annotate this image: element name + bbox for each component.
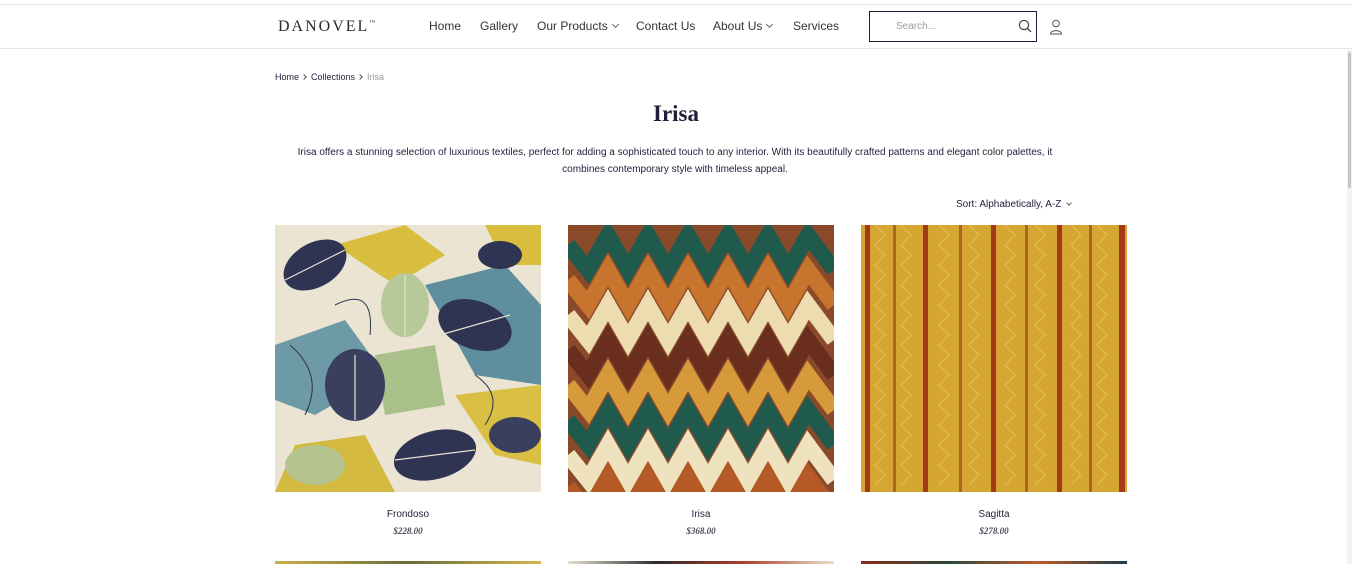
product-image[interactable] [861, 225, 1127, 492]
nav-services-label: Services [793, 19, 840, 33]
trademark-symbol: ™ [369, 20, 376, 26]
collection-description: Irisa offers a stunning selection of lux… [297, 147, 1053, 175]
search-input[interactable] [870, 12, 1015, 41]
product-price: $228.00 [393, 526, 423, 536]
breadcrumb: Home Collections Irisa [275, 72, 384, 82]
chevron-right-icon [301, 74, 307, 80]
nav-contact-us-label: Contact Us [636, 19, 696, 33]
product-image[interactable] [275, 225, 541, 492]
search-box [869, 11, 1037, 42]
chevron-down-icon [1066, 200, 1073, 206]
nav-our-products-label: Our Products [537, 19, 608, 33]
page-title: Irisa [653, 101, 699, 126]
product-price: $368.00 [686, 526, 716, 536]
nav-home-label: Home [429, 19, 462, 33]
nav-about-us[interactable]: About Us [713, 19, 774, 33]
nav-about-us-label: About Us [713, 19, 763, 33]
nav-contact-us[interactable]: Contact Us [636, 19, 695, 33]
product-name[interactable]: Sagitta [861, 509, 1127, 520]
brand-name: DANOVEL [278, 18, 370, 35]
chevron-right-icon [357, 74, 363, 80]
nav-gallery[interactable]: Gallery [480, 19, 518, 33]
chevron-down-icon [611, 20, 619, 29]
breadcrumb-collections[interactable]: Collections [311, 72, 355, 82]
floral-fabric-swatch [275, 225, 541, 492]
search-icon[interactable] [1018, 19, 1032, 33]
breadcrumb-current: Irisa [367, 72, 385, 82]
brand-logo[interactable]: DANOVEL™ [278, 18, 375, 36]
flame-stitch-fabric-swatch [568, 225, 834, 492]
breadcrumb-home[interactable]: Home [275, 72, 299, 82]
product-card-frondoso[interactable]: Frondoso $228.00 [275, 225, 541, 536]
nav-home[interactable]: Home [429, 19, 461, 33]
product-price: $278.00 [979, 526, 1009, 536]
nav-services[interactable]: Services [793, 19, 839, 33]
striped-fabric-swatch [861, 225, 1127, 492]
product-card-sagitta[interactable]: Sagitta $278.00 [861, 225, 1127, 536]
product-name[interactable]: Irisa [568, 509, 834, 520]
sort-dropdown[interactable]: Sort: Alphabetically, A-Z [956, 199, 1073, 210]
site-header: DANOVEL™ Home Gallery Our Products Conta… [0, 5, 1352, 49]
chevron-down-icon [766, 20, 774, 29]
product-name[interactable]: Frondoso [275, 509, 541, 520]
product-card-irisa[interactable]: Irisa $368.00 [568, 225, 834, 536]
sort-label: Sort: Alphabetically, A-Z [956, 199, 1062, 210]
nav-our-products[interactable]: Our Products [537, 19, 619, 33]
nav-gallery-label: Gallery [480, 19, 519, 33]
user-icon[interactable] [1049, 19, 1063, 35]
product-image[interactable] [568, 225, 834, 492]
